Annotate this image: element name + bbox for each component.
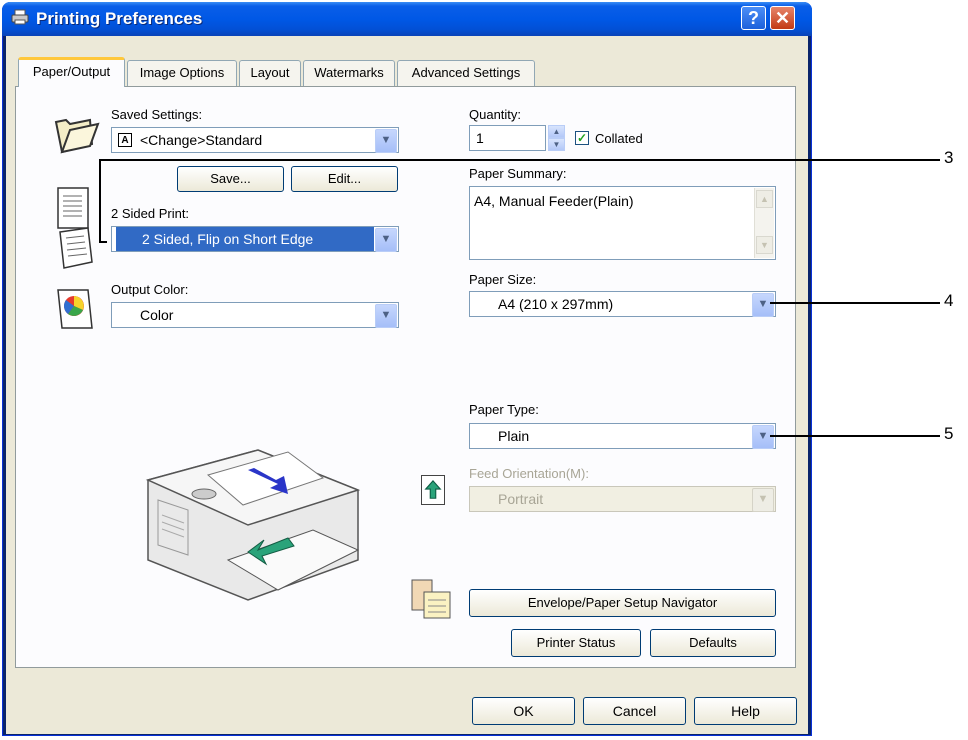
tab-watermarks[interactable]: Watermarks: [303, 60, 395, 86]
close-button[interactable]: ✕: [770, 6, 795, 30]
callout-4: 4: [944, 291, 954, 310]
paper-summary-label: Paper Summary:: [469, 166, 567, 181]
callout-5: 5: [944, 424, 954, 443]
feed-orientation-label: Feed Orientation(M):: [469, 466, 589, 481]
tab-paper-output[interactable]: Paper/Output: [18, 57, 125, 87]
ok-button[interactable]: OK: [472, 697, 575, 725]
scrollbar[interactable]: ▲ ▼: [754, 188, 774, 258]
quantity-input[interactable]: 1: [469, 125, 546, 151]
envelope-paper-icon: [411, 579, 451, 619]
printer-icon: [11, 9, 29, 25]
chevron-down-icon[interactable]: ▼: [752, 425, 774, 449]
scroll-down-icon[interactable]: ▼: [756, 236, 773, 254]
scroll-up-icon[interactable]: ▲: [756, 190, 773, 208]
printer-status-button[interactable]: Printer Status: [511, 629, 641, 657]
window-title: Printing Preferences: [36, 9, 203, 28]
callout-3: 3: [944, 148, 954, 167]
chevron-down-icon[interactable]: ▼: [375, 228, 397, 252]
paper-type-value: Plain: [498, 428, 530, 444]
help-button[interactable]: Help: [694, 697, 797, 725]
collated-checkbox[interactable]: ✓: [575, 131, 589, 145]
paper-summary-value: A4, Manual Feeder(Plain): [474, 193, 634, 209]
two-sided-value: 2 Sided, Flip on Short Edge: [116, 227, 374, 251]
orientation-arrow-icon: [421, 475, 445, 505]
tab-panel: [15, 86, 796, 668]
paper-size-label: Paper Size:: [469, 272, 537, 287]
saved-settings-label: Saved Settings:: [111, 107, 203, 122]
printer-illustration: [145, 449, 361, 601]
two-sided-dropdown[interactable]: 2 Sided, Flip on Short Edge ▼: [111, 226, 399, 252]
chevron-down-icon[interactable]: ▼: [375, 304, 397, 328]
envelope-navigator-button[interactable]: Envelope/Paper Setup Navigator: [469, 589, 776, 617]
chevron-down-icon[interactable]: ▼: [752, 293, 774, 317]
tab-layout[interactable]: Layout: [239, 60, 301, 86]
output-color-value: Color: [140, 307, 174, 323]
paper-size-value: A4 (210 x 297mm): [498, 296, 614, 312]
font-a-icon: A: [118, 133, 132, 147]
paper-size-dropdown[interactable]: A4 (210 x 297mm) ▼: [469, 291, 776, 317]
quantity-up-icon[interactable]: ▲: [548, 125, 565, 138]
duplex-pages-icon: [57, 187, 93, 269]
tab-advanced-settings[interactable]: Advanced Settings: [397, 60, 535, 86]
two-sided-label: 2 Sided Print:: [111, 206, 190, 221]
quantity-label: Quantity:: [469, 107, 522, 122]
edit-button[interactable]: Edit...: [291, 166, 398, 192]
tab-image-options[interactable]: Image Options: [127, 60, 237, 86]
feed-orientation-value: Portrait: [498, 491, 544, 507]
saved-settings-dropdown[interactable]: A <Change>Standard ▼: [111, 127, 399, 153]
feed-orientation-dropdown[interactable]: Portrait ▼: [469, 486, 776, 512]
chevron-down-icon: ▼: [752, 488, 774, 512]
collated-label: Collated: [595, 131, 643, 146]
help-title-button[interactable]: ?: [741, 6, 766, 30]
save-button[interactable]: Save...: [177, 166, 284, 192]
paper-type-label: Paper Type:: [469, 402, 539, 417]
paper-summary-box[interactable]: A4, Manual Feeder(Plain) ▲ ▼: [469, 186, 776, 260]
cancel-button[interactable]: Cancel: [583, 697, 686, 725]
paper-type-dropdown[interactable]: Plain ▼: [469, 423, 776, 449]
output-color-label: Output Color:: [111, 282, 189, 297]
quantity-down-icon[interactable]: ▼: [548, 138, 565, 151]
folder-icon: [54, 118, 100, 154]
defaults-button[interactable]: Defaults: [650, 629, 776, 657]
output-color-dropdown[interactable]: Color ▼: [111, 302, 399, 328]
saved-settings-value: <Change>Standard: [140, 132, 263, 148]
chevron-down-icon[interactable]: ▼: [375, 129, 397, 153]
color-page-icon: [57, 289, 93, 329]
